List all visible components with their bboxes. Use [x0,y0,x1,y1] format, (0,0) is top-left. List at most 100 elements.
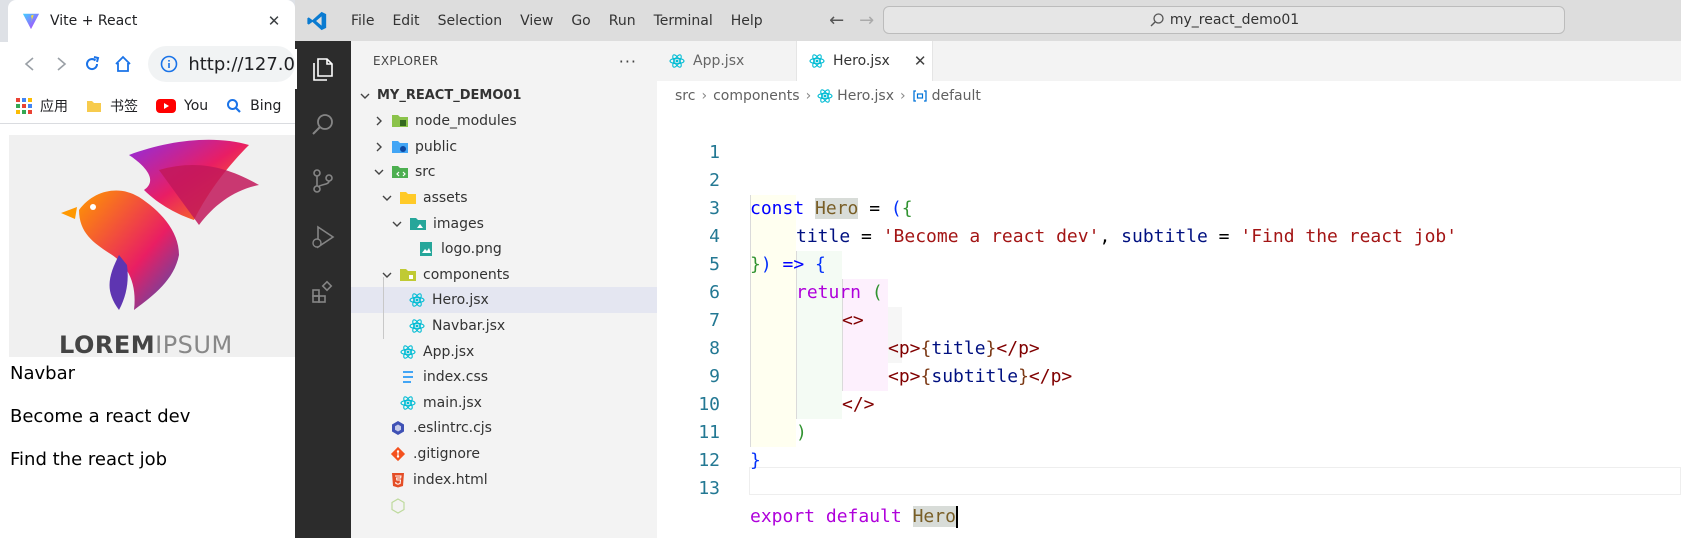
editor-area: App.jsx Hero.jsx ✕ src › components › He… [657,41,1681,538]
code-line: 11 } [657,391,1681,471]
tree-item-label: App.jsx [423,343,475,360]
code-editor[interactable]: 1 2 const Hero = ({ 3 title = 'Become a … [657,111,1681,538]
address-bar[interactable]: http://127.0 [148,46,295,82]
source-control-view-button[interactable] [295,153,351,209]
tree-item-main-jsx[interactable]: main.jsx [351,390,657,416]
menu-edit[interactable]: Edit [383,13,428,29]
vscode-window: File Edit Selection View Go Run Terminal… [295,0,1681,538]
bookmark-youtube[interactable]: You [156,98,208,114]
react-file-icon [817,88,833,104]
tree-item-index-css[interactable]: index.css [351,364,657,390]
tree-item-navbar-jsx[interactable]: Navbar.jsx [351,313,657,339]
eslint-file-icon [389,419,407,437]
react-file-icon [399,343,417,361]
menu-help[interactable]: Help [722,13,772,29]
code-line: 7 <p>{title}</p> [657,279,1681,359]
tree-item-gitignore[interactable]: .gitignore [351,441,657,467]
breadcrumb-symbol[interactable]: default [932,88,981,104]
menu-file[interactable]: File [342,13,383,29]
home-button[interactable] [107,48,138,80]
extensions-icon [312,280,333,303]
code-line: 1 [657,111,1681,163]
command-center[interactable]: my_react_demo01 [883,6,1565,34]
react-file-icon [809,53,825,69]
tree-item-label: Hero.jsx [432,291,489,308]
reload-icon [85,56,99,71]
tree-item-node-modules[interactable]: node_modules [351,108,657,134]
images-folder-icon [409,215,427,233]
breadcrumb-file[interactable]: Hero.jsx [837,88,894,104]
hero-title-text: Become a react dev [10,406,191,427]
close-tab-icon[interactable]: ✕ [914,52,927,70]
menu-run[interactable]: Run [600,13,645,29]
menu-selection[interactable]: Selection [429,13,512,29]
extensions-view-button[interactable] [295,265,351,321]
search-view-button[interactable] [295,97,351,153]
menu-terminal[interactable]: Terminal [645,13,722,29]
tree-item-label: index.html [413,471,488,488]
code-line: 13 export default Hero [657,447,1681,528]
home-icon [115,55,131,72]
go-back-icon[interactable]: ← [822,10,852,31]
logo-image: LOREMIPSUM [9,135,295,359]
tree-item-label: .eslintrc.cjs [413,419,492,436]
back-button[interactable] [14,48,45,80]
react-file-icon [408,317,426,335]
files-icon [313,58,333,81]
tree-item-assets[interactable]: assets [351,185,657,211]
bookmark-label: 书签 [110,98,138,115]
tree-item-label: src [415,163,436,180]
chevron-right-icon [371,115,387,127]
code-line: 12 [657,419,1681,471]
tree-item-src[interactable]: src [351,159,657,185]
browser-toolbar: http://127.0 [0,42,295,86]
menu-go[interactable]: Go [562,13,599,29]
reload-button[interactable] [76,48,107,80]
tree-item-images[interactable]: images [351,211,657,237]
browser-tab[interactable]: Vite + React ✕ [8,0,295,42]
explorer-view-button[interactable] [295,41,351,97]
tree-item-label: .gitignore [413,445,480,462]
code-line: 2 const Hero = ({ [657,139,1681,219]
site-info-icon[interactable] [160,55,178,73]
tree-item-app-jsx[interactable]: App.jsx [351,339,657,365]
code-line: 5 return ( [657,223,1681,303]
browser-page: LOREMIPSUM Navbar Become a react dev Fin… [0,125,295,538]
tab-hero-jsx[interactable]: Hero.jsx ✕ [797,41,933,81]
tree-item-label: Navbar.jsx [432,317,506,334]
workspace-root[interactable]: MY_REACT_DEMO01 [351,83,657,109]
code-line: 3 title = 'Become a react dev', subtitle… [657,167,1681,247]
tree-item-public[interactable]: public [351,134,657,160]
tab-app-jsx[interactable]: App.jsx [657,41,797,81]
image-file-icon [417,240,435,258]
bookmark-folder[interactable]: 书签 [86,96,138,116]
forward-button[interactable] [45,48,76,80]
close-tab-icon[interactable]: ✕ [263,12,285,30]
address-text: http://127.0 [188,53,295,75]
go-forward-icon[interactable]: → [852,10,882,31]
assets-folder-icon [399,189,417,207]
breadcrumb-src[interactable]: src [675,88,695,104]
tree-item-index-html[interactable]: index.html [351,467,657,493]
code-line: 4 }) => { [657,195,1681,275]
vscode-logo-icon [297,0,337,41]
public-folder-icon [391,138,409,156]
chevron-down-icon [357,90,373,102]
text-cursor [955,506,958,528]
run-debug-view-button[interactable] [295,209,351,265]
tree-item-label: components [423,266,510,283]
tree-item-components[interactable]: components [351,262,657,288]
bookmark-bing[interactable]: Bing [226,98,281,114]
tree-item-hero-jsx[interactable]: Hero.jsx [351,287,657,313]
more-actions-icon[interactable]: ··· [619,52,637,71]
git-file-icon [389,445,407,463]
tree-item-eslintrc[interactable]: .eslintrc.cjs [351,415,657,441]
breadcrumb-components[interactable]: components [713,88,800,104]
tree-item-logo-png[interactable]: logo.png [351,236,657,262]
search-icon [1150,13,1164,27]
components-folder-icon [399,266,417,284]
chevron-down-icon [389,218,405,230]
bookmark-apps[interactable]: 应用 [16,96,68,116]
chevron-right-icon: › [900,88,906,104]
menu-view[interactable]: View [511,13,562,29]
